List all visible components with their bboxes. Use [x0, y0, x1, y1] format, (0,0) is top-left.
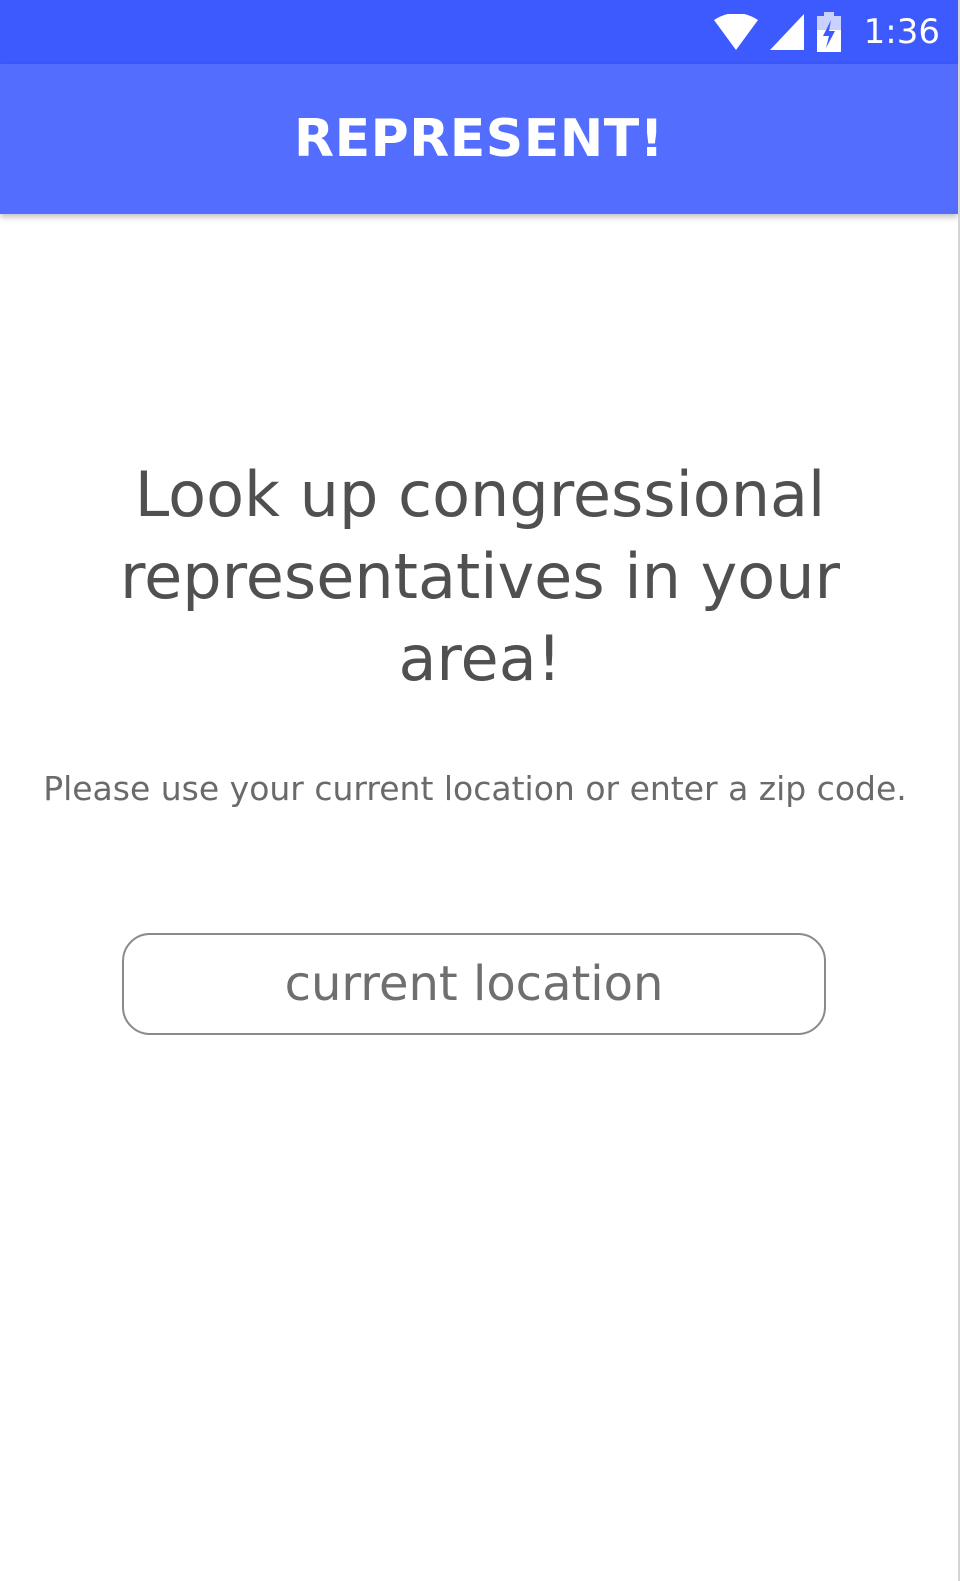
status-clock: 1:36	[863, 12, 940, 52]
wifi-icon	[713, 14, 758, 50]
cell-signal-icon	[769, 14, 804, 50]
battery-charging-icon	[816, 12, 842, 52]
app-screen: 1:36 REPRESENT! Look up congressional re…	[0, 0, 960, 1581]
headline: Look up congressional representatives in…	[120, 458, 840, 695]
app-bar: REPRESENT!	[0, 64, 958, 214]
app-title: REPRESENT!	[294, 109, 664, 169]
status-bar: 1:36	[0, 0, 958, 64]
current-location-button[interactable]: current location	[122, 933, 826, 1035]
instruction-text: Please use your current location or ente…	[43, 769, 907, 808]
status-icons: 1:36	[713, 0, 940, 64]
